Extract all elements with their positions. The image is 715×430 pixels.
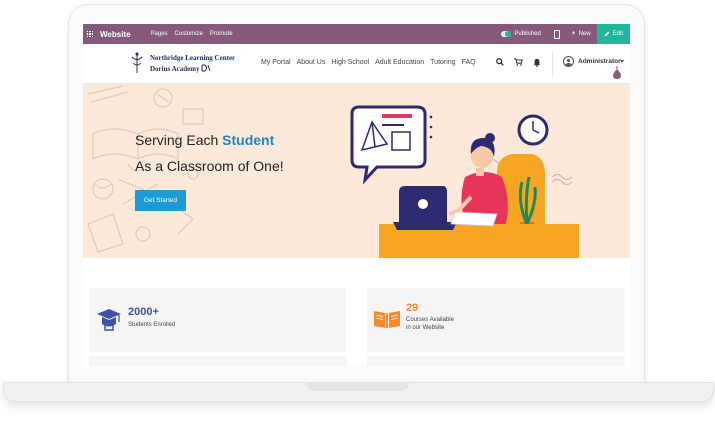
stat-card-students: 2000+ Students Enrolled bbox=[89, 288, 346, 352]
nav-faq[interactable]: FAQ bbox=[462, 59, 476, 66]
admin-bar: Website Pages Customize Promote Publishe… bbox=[83, 24, 630, 44]
edit-label: Edit bbox=[612, 31, 623, 37]
hero-heading-prefix: Serving Each bbox=[135, 132, 223, 148]
stat-card-placeholder-right bbox=[367, 356, 625, 366]
hero-heading-line-2: As a Classroom of One! bbox=[135, 158, 284, 174]
new-button[interactable]: + New bbox=[572, 31, 591, 37]
stat-courses-label-2: in our Website bbox=[406, 325, 445, 331]
site-logo[interactable]: Northridge Learning Center Dorius Academ… bbox=[130, 52, 236, 78]
stats-section: 2000+ Students Enrolled 29 Courses Avail… bbox=[83, 258, 630, 366]
plus-icon: + bbox=[571, 31, 576, 37]
logo-emblem-icon bbox=[131, 52, 143, 73]
laptop-notch bbox=[307, 383, 409, 391]
stat-courses-label-1: Courses Available bbox=[406, 317, 454, 323]
nav-tutoring[interactable]: Tutoring bbox=[430, 59, 455, 66]
edit-button[interactable]: Edit bbox=[596, 24, 630, 44]
nav-adult-education[interactable]: Adult Education bbox=[375, 59, 424, 66]
stat-students-number: 2000+ bbox=[128, 306, 159, 318]
new-label: New bbox=[578, 31, 591, 37]
cart-icon[interactable] bbox=[514, 58, 523, 66]
logo-line-2-text: Dorius Academy bbox=[150, 65, 200, 73]
header-divider bbox=[552, 52, 553, 78]
open-book-icon bbox=[374, 311, 400, 328]
published-label: Published bbox=[514, 31, 541, 37]
search-icon[interactable] bbox=[496, 58, 504, 66]
nav-about-us[interactable]: About Us bbox=[297, 59, 326, 66]
mobile-preview-icon[interactable] bbox=[553, 29, 560, 39]
website-screen: Website Pages Customize Promote Publishe… bbox=[83, 24, 630, 366]
main-nav: My Portal About Us High School Adult Edu… bbox=[261, 59, 482, 66]
user-avatar-icon[interactable] bbox=[563, 56, 574, 67]
stat-card-placeholder-left bbox=[89, 356, 346, 366]
app-name[interactable]: Website bbox=[100, 30, 131, 39]
graduation-cap-icon bbox=[97, 309, 121, 331]
published-toggle[interactable] bbox=[501, 31, 512, 37]
stat-students-label: Students Enrolled bbox=[128, 322, 176, 328]
stat-courses-number: 29 bbox=[406, 302, 419, 314]
chevron-down-icon[interactable] bbox=[620, 60, 624, 63]
site-header: Northridge Learning Center Dorius Academ… bbox=[83, 44, 630, 84]
hero-banner: Serving Each Student As a Classroom of O… bbox=[83, 84, 630, 258]
stat-card-courses: 29 Courses Available in our Website bbox=[367, 288, 625, 352]
nav-high-school[interactable]: High School bbox=[331, 59, 369, 66]
apps-menu-icon[interactable] bbox=[83, 24, 97, 44]
logo-line-1: Northridge Learning Center bbox=[150, 54, 236, 62]
hero-heading-line-1: Serving Each Student bbox=[135, 132, 274, 148]
pencil-icon bbox=[604, 31, 610, 37]
logo-monogram-icon bbox=[201, 64, 211, 72]
get-started-button[interactable]: Get Started bbox=[135, 190, 186, 211]
nav-my-portal[interactable]: My Portal bbox=[261, 59, 291, 66]
menu-customize[interactable]: Customize bbox=[175, 31, 203, 37]
student-illustration bbox=[350, 105, 579, 258]
bell-icon[interactable] bbox=[533, 58, 541, 67]
user-name[interactable]: Administrator bbox=[578, 58, 621, 65]
menu-promote[interactable]: Promote bbox=[210, 31, 233, 37]
logo-line-2: Dorius Academy bbox=[150, 64, 211, 73]
menu-pages[interactable]: Pages bbox=[151, 31, 168, 37]
theme-drop-icon[interactable] bbox=[612, 66, 622, 80]
hero-heading-accent: Student bbox=[222, 132, 275, 148]
